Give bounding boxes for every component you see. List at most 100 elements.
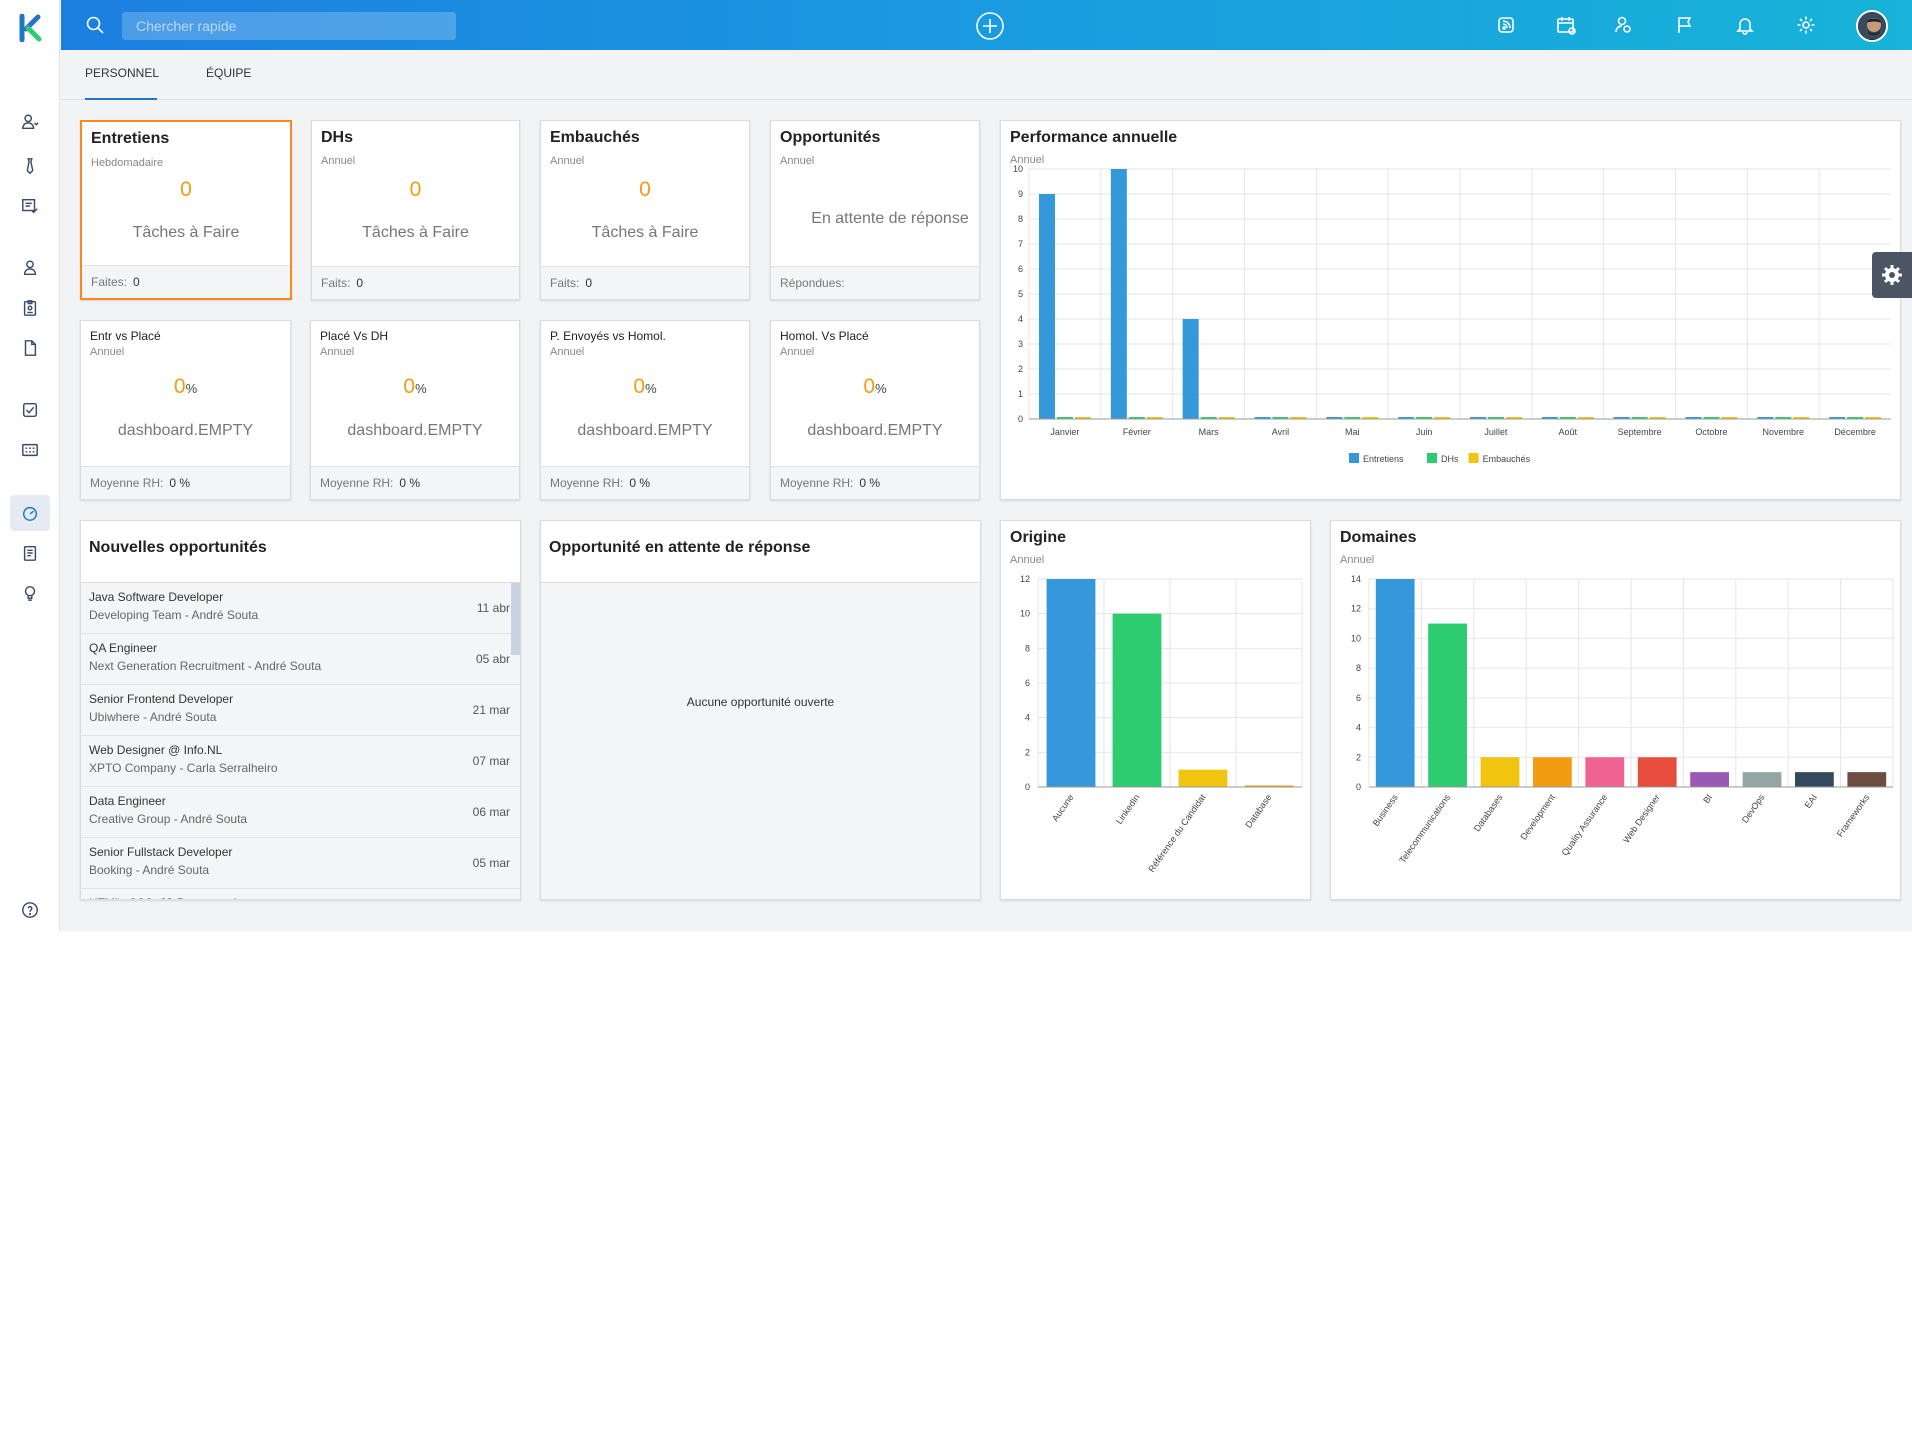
footer-label: Répondues:: [780, 276, 845, 290]
x-tick-label: Juillet: [1484, 427, 1508, 437]
x-tick-label: Telecommunications: [1397, 792, 1452, 865]
list-item[interactable]: Data Engineer Creative Group - André Sout…: [81, 787, 520, 838]
legend-swatch: [1468, 453, 1479, 463]
x-tick-label: Mars: [1199, 427, 1219, 437]
bar: [1182, 319, 1199, 419]
ratio-card-entr-vs-place[interactable]: Entr vs Placé Annuel 0% dashboard.EMPTY …: [80, 320, 291, 500]
sidebar-item-user[interactable]: [10, 250, 50, 286]
flag-button[interactable]: [1673, 13, 1697, 37]
app-logo[interactable]: [18, 13, 44, 43]
calendar-button[interactable]: [1554, 13, 1578, 37]
ratio-card-homol-vs-place[interactable]: Homol. Vs Placé Annuel 0% dashboard.EMPT…: [770, 320, 980, 500]
card-title: Embauchés: [550, 129, 640, 146]
list-item[interactable]: Web Designer @ Info.NL XPTO Company - Car…: [81, 736, 520, 787]
calendar-icon: [1557, 17, 1576, 35]
bar: [1637, 757, 1677, 787]
sidebar-item-dashboard[interactable]: [10, 495, 50, 531]
opportunity-title: Senior Fullstack Developer: [89, 845, 233, 859]
chart-title: Domaines: [1340, 529, 1417, 546]
stat-card-dhs[interactable]: DHs Annuel 0 Tâches à Faire Faits: 0: [311, 120, 520, 300]
sidebar-item-notes[interactable]: [10, 535, 50, 571]
opportunity-title: Web Designer @ Info.NL: [89, 743, 223, 757]
list-item[interactable]: QA Engineer Next Generation Recruitment -…: [81, 634, 520, 685]
contacts-icon: [1615, 16, 1631, 33]
contacts-button[interactable]: [1611, 13, 1635, 37]
card-footer: Faits: 0: [312, 266, 519, 299]
list-item[interactable]: HTML, CSS, JS Programador: [81, 889, 520, 899]
chart-title: Origine: [1010, 529, 1067, 546]
sidebar-item-documents[interactable]: [10, 330, 50, 366]
opportunity-date: 05 abr: [475, 652, 510, 666]
sidebar-item-tasks[interactable]: [10, 392, 50, 428]
bar: [1178, 769, 1228, 787]
settings-button[interactable]: [1794, 13, 1818, 37]
list-item[interactable]: Java Software Developer Developing Team -…: [81, 583, 520, 634]
bar: [1690, 772, 1729, 787]
sidebar-item-checklist[interactable]: [10, 188, 50, 224]
search-icon: [86, 16, 104, 34]
card-value: 0: [409, 178, 422, 201]
card-footer: Faites: 0: [82, 265, 290, 298]
sidebar-item-ideas[interactable]: [10, 575, 50, 611]
panel-title: Nouvelles opportunités: [81, 521, 520, 583]
search-input[interactable]: [122, 12, 456, 40]
stat-card-embauches[interactable]: Embauchés Annuel 0 Tâches à Faire Faits:…: [540, 120, 750, 300]
card-footer: Moyenne RH: 0 %: [311, 466, 519, 499]
notifications-button[interactable]: [1733, 13, 1757, 37]
stat-card-opportunites[interactable]: Opportunités Annuel En attente de répons…: [770, 120, 980, 300]
sidebar-item-tie[interactable]: [10, 148, 50, 184]
y-tick-label: 8: [1356, 663, 1361, 673]
checklist-icon: [22, 198, 38, 214]
footer-value: 0 %: [399, 476, 421, 490]
performance-chart: 0 1 2 3 4 5 6 7 8 9 10 Janvier Février Mars Avril Mai Ju…: [1013, 164, 1891, 464]
card-value: 0%: [81, 375, 290, 399]
y-tick-label: 10: [1351, 633, 1361, 643]
x-tick-label: Juin: [1416, 427, 1433, 437]
opportunity-client: Next Generation Recruitment - André Sout…: [89, 659, 322, 673]
add-button[interactable]: [975, 11, 1005, 41]
card-period: Annuel: [550, 155, 585, 167]
tab-equipe[interactable]: ÉQUIPE: [206, 50, 251, 100]
x-tick-label: Business: [1371, 792, 1400, 828]
y-tick-label: 4: [1356, 723, 1361, 733]
list-item[interactable]: Senior Fullstack Developer Booking - Andr…: [81, 838, 520, 889]
tab-personnel[interactable]: PERSONNEL: [85, 50, 159, 100]
y-tick-label: 12: [1351, 604, 1361, 614]
pending-opportunities-panel: Opportunité en attente de réponse Aucune…: [540, 520, 981, 900]
y-tick-label: 6: [1356, 693, 1361, 703]
y-tick-label: 2: [1356, 752, 1361, 762]
search-button[interactable]: [83, 13, 107, 37]
ratio-card-envoyes-vs-homol[interactable]: P. Envoyés vs Homol. Annuel 0% dashboard…: [540, 320, 750, 500]
card-title: Opportunités: [780, 129, 881, 146]
opportunity-client: Developing Team - André Souta: [89, 608, 259, 622]
opportunity-date: 21 mar: [472, 703, 510, 717]
sidebar-item-calendar[interactable]: [10, 432, 50, 468]
x-tick-label: Development: [1518, 792, 1557, 842]
list-scrollbar[interactable]: [511, 583, 520, 655]
y-tick-label: 1: [1018, 389, 1023, 399]
sidebar-item-badge[interactable]: [10, 290, 50, 326]
opportunity-date: 11 abr: [476, 601, 510, 615]
list-item[interactable]: Senior Frontend Developer Ubiwhere - Andr…: [81, 685, 520, 736]
dashboard-tabs: PERSONNEL ÉQUIPE: [61, 50, 1912, 100]
sidebar-item-help[interactable]: [10, 892, 50, 928]
x-tick-label: Novembre: [1762, 427, 1804, 437]
avatar[interactable]: [1856, 10, 1888, 42]
ratio-card-place-vs-dh[interactable]: Placé Vs DH Annuel 0% dashboard.EMPTY Mo…: [310, 320, 520, 500]
legend-label: Embauchés: [1483, 454, 1531, 464]
y-tick-label: 10: [1020, 609, 1030, 619]
card-label: En attente de réponse: [811, 210, 969, 227]
layout-settings-tab[interactable]: [1872, 252, 1912, 298]
sidebar-item-profile-dropdown[interactable]: [10, 104, 50, 140]
card-label: Tâches à Faire: [362, 224, 469, 241]
rss-icon: [1498, 17, 1514, 33]
bar: [1533, 757, 1572, 787]
card-footer: Moyenne RH: 0 %: [771, 466, 979, 499]
feed-button[interactable]: [1494, 13, 1518, 37]
chart-subtitle: Annuel: [1340, 554, 1375, 566]
ratio-value: 0: [633, 375, 646, 398]
y-tick-label: 2: [1018, 364, 1023, 374]
y-tick-label: 0: [1356, 782, 1361, 792]
stat-card-entretiens[interactable]: Entretiens Hebdomadaire 0 Tâches à Faire…: [80, 120, 292, 300]
chart-subtitle: Annuel: [1010, 554, 1045, 566]
